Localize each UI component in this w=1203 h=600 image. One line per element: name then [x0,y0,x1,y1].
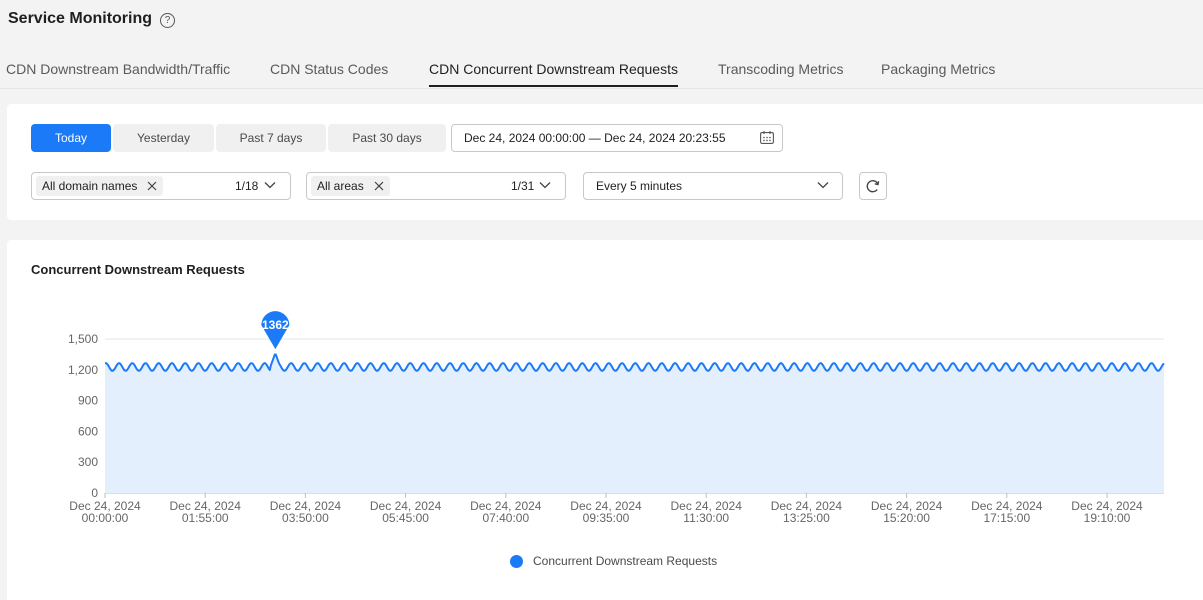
area-tag-label: All areas [317,179,364,193]
domain-select[interactable]: All domain names 1/18 [31,172,291,200]
peak-label: 1362 [262,318,289,332]
area-select[interactable]: All areas 1/31 [306,172,566,200]
chart-legend[interactable]: Concurrent Downstream Requests [510,554,717,568]
y-tick-label: 300 [78,455,98,469]
interval-value: Every 5 minutes [596,179,683,193]
today-button[interactable]: Today [31,124,111,152]
active-tab-indicator [429,85,678,87]
area-tag: All areas [311,176,390,196]
metric-tabs: CDN Downstream Bandwidth/Traffic CDN Sta… [0,50,1203,89]
series-area [105,354,1164,493]
x-tick-label: Dec 24, 2024 03:50:00 [270,499,342,525]
y-tick-label: 600 [78,424,98,438]
x-tick-label: Dec 24, 2024 19:10:00 [1071,499,1143,525]
x-tick-label: Dec 24, 2024 15:20:00 [871,499,943,525]
y-tick-label: 900 [78,394,98,408]
x-tick-label: Dec 24, 2024 09:35:00 [570,499,642,525]
legend-dot [510,554,523,568]
tab-packaging-metrics[interactable]: Packaging Metrics [881,61,995,77]
interval-select[interactable]: Every 5 minutes [583,172,843,200]
close-icon[interactable] [147,181,157,191]
tab-cdn-status-codes[interactable]: CDN Status Codes [270,61,388,77]
chart-panel: Concurrent Downstream Requests 0 300 600 90… [7,240,1203,600]
yesterday-button[interactable]: Yesterday [113,124,214,152]
x-tick-label: Dec 24, 2024 17:15:00 [971,499,1043,525]
question-circle-icon[interactable]: ? [160,13,176,28]
page-title: Service Monitoring [8,10,153,27]
refresh-button[interactable] [859,172,887,200]
y-tick-label: 1,500 [68,332,98,346]
x-tick-label: Dec 24, 2024 11:30:00 [671,499,743,525]
past-30-days-button[interactable]: Past 30 days [328,124,446,152]
y-tick-label: 1,200 [68,363,98,377]
past-7-days-button[interactable]: Past 7 days [216,124,326,152]
chevron-down-icon[interactable] [539,181,551,189]
x-tick-label: Dec 24, 2024 05:45:00 [370,499,442,525]
y-tick-label: 0 [91,486,98,500]
date-range-value: Dec 24, 2024 00:00:00 — Dec 24, 2024 20:… [464,131,726,145]
filter-panel: Today Yesterday Past 7 days Past 30 days… [7,104,1203,220]
chart-canvas: 0 300 600 900 1,200 1,500 Dec 24, 2024 00:00:00… [68,311,1165,525]
area-count: 1/31 [511,179,535,193]
date-range-picker[interactable]: Dec 24, 2024 00:00:00 — Dec 24, 2024 20:… [451,124,783,152]
x-tick-label: Dec 24, 2024 00:00:00 [69,499,141,525]
legend-label: Concurrent Downstream Requests [533,554,718,568]
page-header: Service Monitoring ? [8,10,176,28]
domain-tag-label: All domain names [42,179,138,193]
tab-transcoding-metrics[interactable]: Transcoding Metrics [718,61,844,77]
chevron-down-icon[interactable] [817,181,829,189]
domain-tag: All domain names [36,176,164,196]
chevron-down-icon[interactable] [264,181,276,189]
domain-count: 1/18 [235,179,259,193]
x-tick-label: Dec 24, 2024 01:55:00 [170,499,242,525]
tab-cdn-concurrent-requests[interactable]: CDN Concurrent Downstream Requests [429,61,678,77]
close-icon[interactable] [374,181,384,191]
refresh-icon [866,180,880,193]
x-tick-label: Dec 24, 2024 07:40:00 [470,499,542,525]
tab-cdn-bandwidth-traffic[interactable]: CDN Downstream Bandwidth/Traffic [6,61,230,77]
calendar-icon[interactable] [760,131,774,144]
x-tick-label: Dec 24, 2024 13:25:00 [771,499,843,525]
